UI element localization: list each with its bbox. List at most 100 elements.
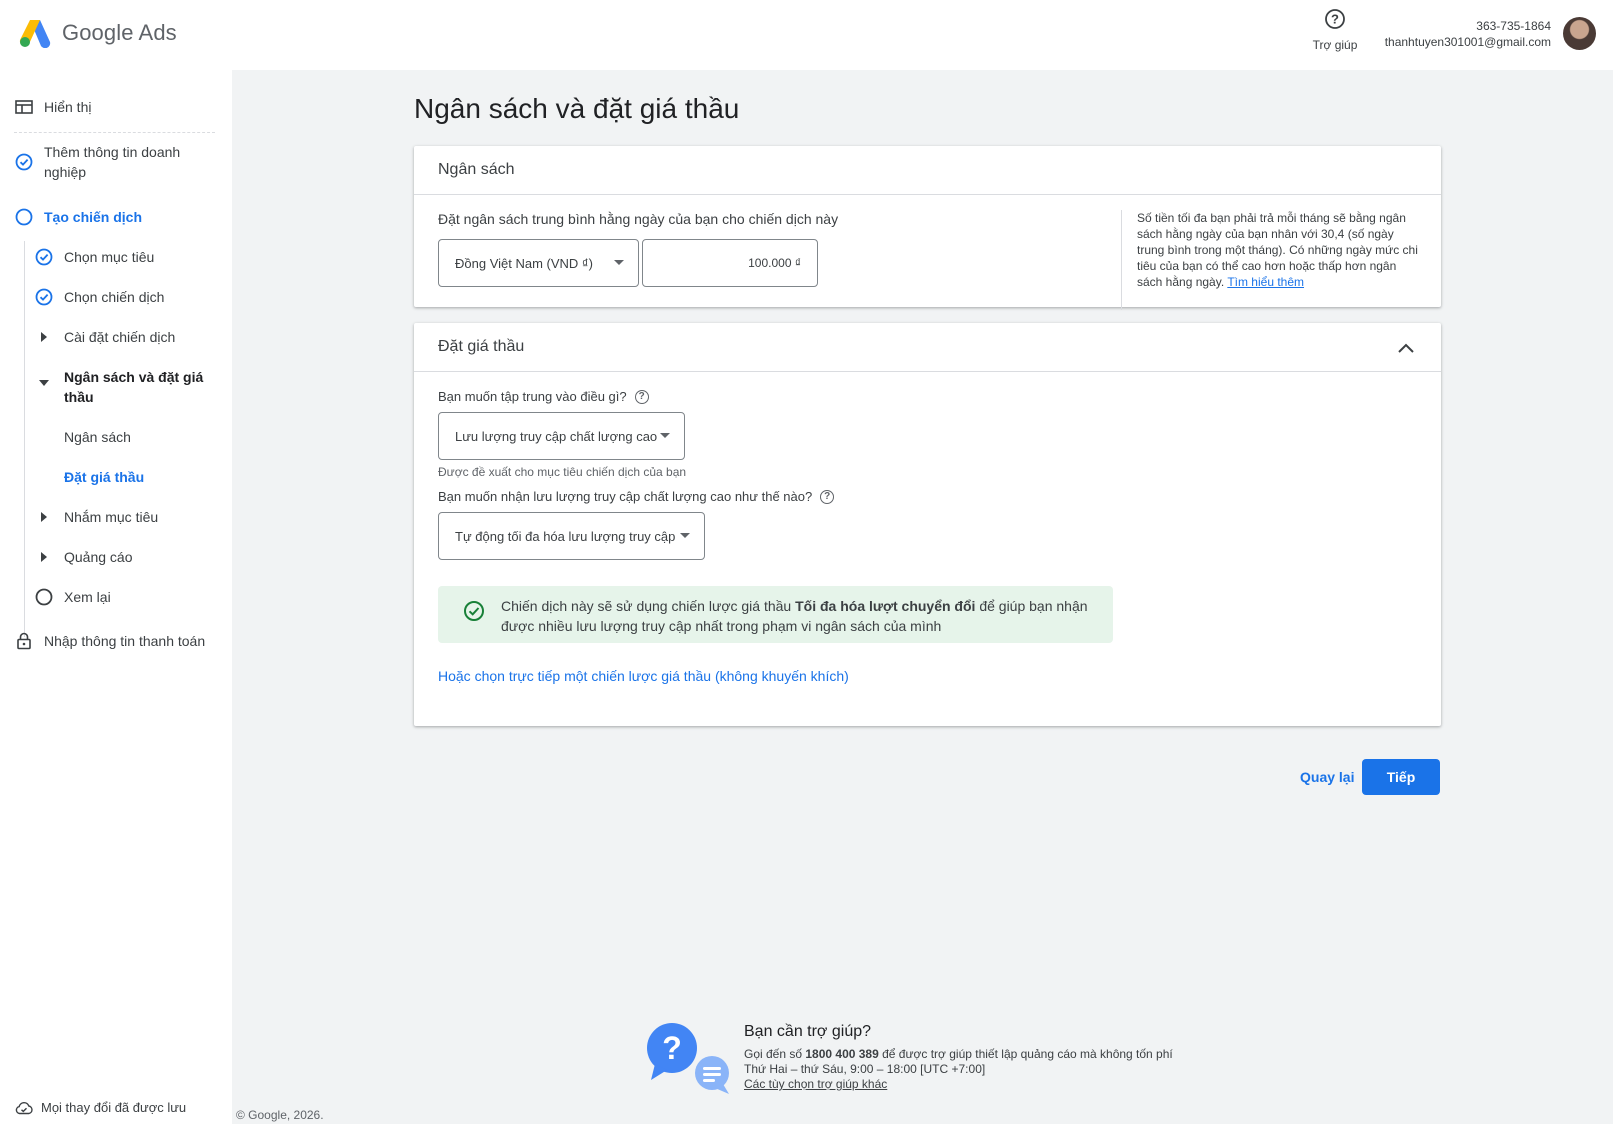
budget-note: Số tiền tối đa bạn phải trả mỗi tháng sẽ… (1121, 210, 1421, 310)
next-button[interactable]: Tiếp (1362, 759, 1440, 795)
focus-select-value: Lưu lượng truy cập chất lượng cao (455, 428, 658, 444)
question-circle-icon: ? (1325, 9, 1345, 29)
check-circle-icon (34, 247, 54, 267)
sidebar: Hiển thị Thêm thông tin doanh nghiệp Tạo… (0, 70, 232, 1124)
focus-hint: Được đề xuất cho mục tiêu chiến dịch của… (438, 465, 687, 479)
sidebar-item-campaign-settings[interactable]: Cài đặt chiến dịch (34, 327, 175, 347)
help-chat-icon: ? (647, 1023, 729, 1094)
check-circle-icon (14, 152, 34, 172)
sidebar-item-label: Đặt giá thầu (64, 469, 145, 485)
budget-amount-input[interactable]: 100.000 ₫ (642, 239, 818, 287)
svg-text:?: ? (1331, 12, 1339, 27)
choose-strategy-link[interactable]: Hoặc chọn trực tiếp một chiến lược giá t… (438, 668, 849, 684)
triangle-down-icon (34, 371, 54, 391)
google-ads-logo[interactable]: Google Ads (18, 18, 177, 48)
how-select-value: Tự động tối đa hóa lưu lượng truy cập (455, 528, 676, 544)
sidebar-item-label: Cài đặt chiến dịch (64, 329, 176, 345)
google-ads-logo-icon (19, 20, 51, 48)
strategy-info-box: Chiến dịch này sẽ sử dụng chiến lược giá… (438, 586, 1113, 643)
strategy-name: Tối đa hóa lượt chuyển đổi (795, 598, 976, 614)
copyright: © Google, 2026. (236, 1108, 324, 1122)
how-select[interactable]: Tự động tối đa hóa lưu lượng truy cập (438, 512, 705, 560)
dropdown-arrow-icon (660, 433, 670, 438)
svg-text:?: ? (662, 1030, 682, 1066)
help-call-prefix: Gọi đến số (744, 1047, 806, 1061)
help-call-suffix: để được trợ giúp thiết lập quảng cáo mà … (878, 1047, 1173, 1061)
sidebar-item-label: Chọn chiến dịch (64, 289, 165, 305)
sidebar-item-label: Xem lại (64, 589, 111, 605)
collapse-button[interactable] (1397, 341, 1415, 359)
sidebar-item-label: Quảng cáo (64, 549, 133, 565)
circle-icon (34, 587, 54, 607)
dropdown-arrow-icon (680, 533, 690, 538)
saved-status-text: Mọi thay đổi đã được lưu (41, 1100, 187, 1115)
how-question-text: Bạn muốn nhận lưu lượng truy cập chất lư… (438, 489, 813, 504)
budget-amount-value: 100.000 ₫ (748, 256, 801, 270)
triangle-right-icon (34, 327, 54, 347)
bidding-card: Đặt giá thầu Bạn muốn tập trung vào điều… (414, 323, 1441, 726)
focus-select[interactable]: Lưu lượng truy cập chất lượng cao (438, 412, 685, 460)
focus-question-text: Bạn muốn tập trung vào điều gì? (438, 389, 627, 404)
help-footer-phone-line: Gọi đến số 1800 400 389 để được trợ giúp… (744, 1047, 1173, 1061)
sidebar-item-label: Nhắm mục tiêu (64, 509, 159, 525)
sidebar-item-label: Thêm thông tin doanh nghiệp (44, 144, 181, 180)
dropdown-arrow-icon (614, 260, 624, 265)
logo-text: Google Ads (62, 20, 177, 45)
avatar[interactable] (1563, 17, 1596, 50)
help-footer-hours: Thứ Hai – thứ Sáu, 9:00 – 18:00 [UTC +7:… (744, 1062, 986, 1076)
help-label: Trợ giúp (1312, 38, 1358, 52)
focus-question: Bạn muốn tập trung vào điều gì? ? (438, 389, 649, 404)
saved-status: Mọi thay đổi đã được lưu (15, 1100, 186, 1115)
sidebar-item-label: Chọn mục tiêu (64, 249, 155, 265)
sidebar-item-payment[interactable]: Nhập thông tin thanh toán (14, 631, 205, 651)
triangle-right-icon (34, 547, 54, 567)
sidebar-item-label: Nhập thông tin thanh toán (44, 633, 206, 649)
budget-prompt: Đặt ngân sách trung bình hằng ngày của b… (438, 211, 839, 227)
lock-icon (14, 631, 34, 651)
top-bar: Google Ads ? Trợ giúp 363-735-1864 thanh… (0, 0, 1613, 70)
account-email: thanhtuyen301001@gmail.com (1384, 35, 1551, 49)
check-circle-icon (34, 287, 54, 307)
help-button[interactable]: ? Trợ giúp (1300, 8, 1370, 52)
help-other-options-link[interactable]: Các tùy chọn trợ giúp khác (744, 1077, 887, 1091)
strategy-info-prefix: Chiến dịch này sẽ sử dụng chiến lược giá… (501, 598, 796, 614)
circle-icon (14, 207, 34, 227)
budget-card-title: Ngân sách (414, 146, 1441, 195)
how-question: Bạn muốn nhận lưu lượng truy cập chất lư… (438, 489, 835, 504)
sidebar-item-review[interactable]: Xem lại (34, 587, 111, 607)
bidding-card-title: Đặt giá thầu (414, 323, 1441, 372)
chevron-up-icon (1398, 343, 1414, 353)
currency-select-value: Đồng Việt Nam (VND ₫) (455, 255, 593, 271)
sidebar-item-business-info[interactable]: Thêm thông tin doanh nghiệp (14, 142, 214, 182)
question-circle-icon[interactable]: ? (634, 389, 649, 404)
account-info[interactable]: 363-735-1864 thanhtuyen301001@gmail.com (1385, 18, 1551, 50)
budget-card: Ngân sách Đặt ngân sách trung bình hằng … (414, 146, 1441, 310)
help-phone-number: 1800 400 389 (805, 1047, 879, 1061)
layout-icon (14, 97, 34, 117)
check-circle-icon (463, 600, 485, 627)
help-footer: ? Bạn cần trợ giúp? Gọi đến số 1800 400 … (645, 1020, 1345, 1120)
account-phone: 363-735-1864 (1476, 19, 1551, 33)
page-title: Ngân sách và đặt giá thầu (414, 93, 740, 124)
sidebar-item-budget-bidding[interactable]: Ngân sách và đặt giá thầu (34, 367, 214, 407)
sidebar-item-display[interactable]: Hiển thị (14, 97, 91, 117)
sidebar-item-targeting[interactable]: Nhắm mục tiêu (34, 507, 158, 527)
sidebar-item-choose-goal[interactable]: Chọn mục tiêu (34, 247, 154, 267)
back-button[interactable]: Quay lại (1300, 759, 1354, 795)
sidebar-divider (14, 132, 215, 133)
currency-select[interactable]: Đồng Việt Nam (VND ₫) (438, 239, 639, 287)
sidebar-tree-line (24, 241, 25, 637)
triangle-right-icon (34, 507, 54, 527)
sidebar-item-label: Ngân sách và đặt giá thầu (64, 369, 204, 405)
sidebar-item-create-campaign[interactable]: Tạo chiến dịch (14, 207, 142, 227)
strategy-info-text: Chiến dịch này sẽ sử dụng chiến lược giá… (501, 596, 1101, 636)
sidebar-item-label: Ngân sách (64, 429, 131, 445)
question-circle-icon[interactable]: ? (820, 489, 835, 504)
sidebar-item-budget[interactable]: Ngân sách (64, 427, 131, 447)
learn-more-link[interactable]: Tìm hiểu thêm (1227, 275, 1304, 289)
sidebar-item-bidding[interactable]: Đặt giá thầu (64, 467, 144, 487)
cloud-done-icon (15, 1101, 33, 1114)
sidebar-item-ads[interactable]: Quảng cáo (34, 547, 133, 567)
sidebar-item-label: Hiển thị (44, 99, 92, 115)
sidebar-item-choose-campaign[interactable]: Chọn chiến dịch (34, 287, 164, 307)
